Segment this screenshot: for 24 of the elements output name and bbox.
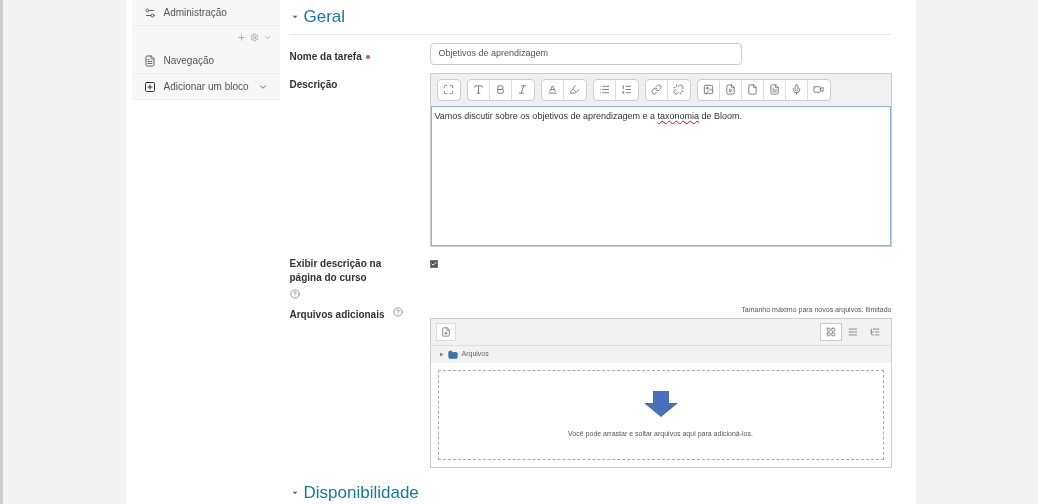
field-label: Nome da tarefa: [289, 50, 362, 62]
sidebar-item[interactable]: Administração: [131, 0, 280, 26]
down-arrow-icon: [643, 390, 678, 417]
sidebar-item[interactable]: Adicionar um bloco: [131, 74, 280, 100]
settings-icon[interactable]: [249, 32, 259, 42]
plus-square-icon: [143, 80, 156, 93]
text-area[interactable]: Vamos discutir sobre os objetivos de aprendizagem e a taxonomia de Bloom.: [430, 105, 891, 246]
add-file-button[interactable]: [435, 323, 456, 341]
input-field[interactable]: Objetivos de aprendizagem: [429, 42, 742, 65]
sidebar-item[interactable]: Navegação: [131, 48, 280, 74]
field-label: Exibir descrição na página do curso: [289, 256, 383, 285]
move-icon[interactable]: [236, 32, 246, 42]
grid-view-icon[interactable]: [819, 323, 842, 341]
add-file-icon: [440, 327, 451, 337]
expand-icon[interactable]: [438, 352, 444, 357]
document-icon: [143, 54, 156, 67]
field-label: Arquivos adicionais: [289, 307, 385, 322]
section-heading[interactable]: Disponibilidade: [303, 480, 419, 504]
checkbox[interactable]: [429, 259, 438, 268]
folder-icon: [447, 349, 458, 360]
help-icon[interactable]: [392, 306, 403, 317]
field-label: Descrição: [289, 77, 339, 92]
help-icon[interactable]: [289, 288, 300, 299]
section-heading[interactable]: Geral: [303, 4, 346, 30]
